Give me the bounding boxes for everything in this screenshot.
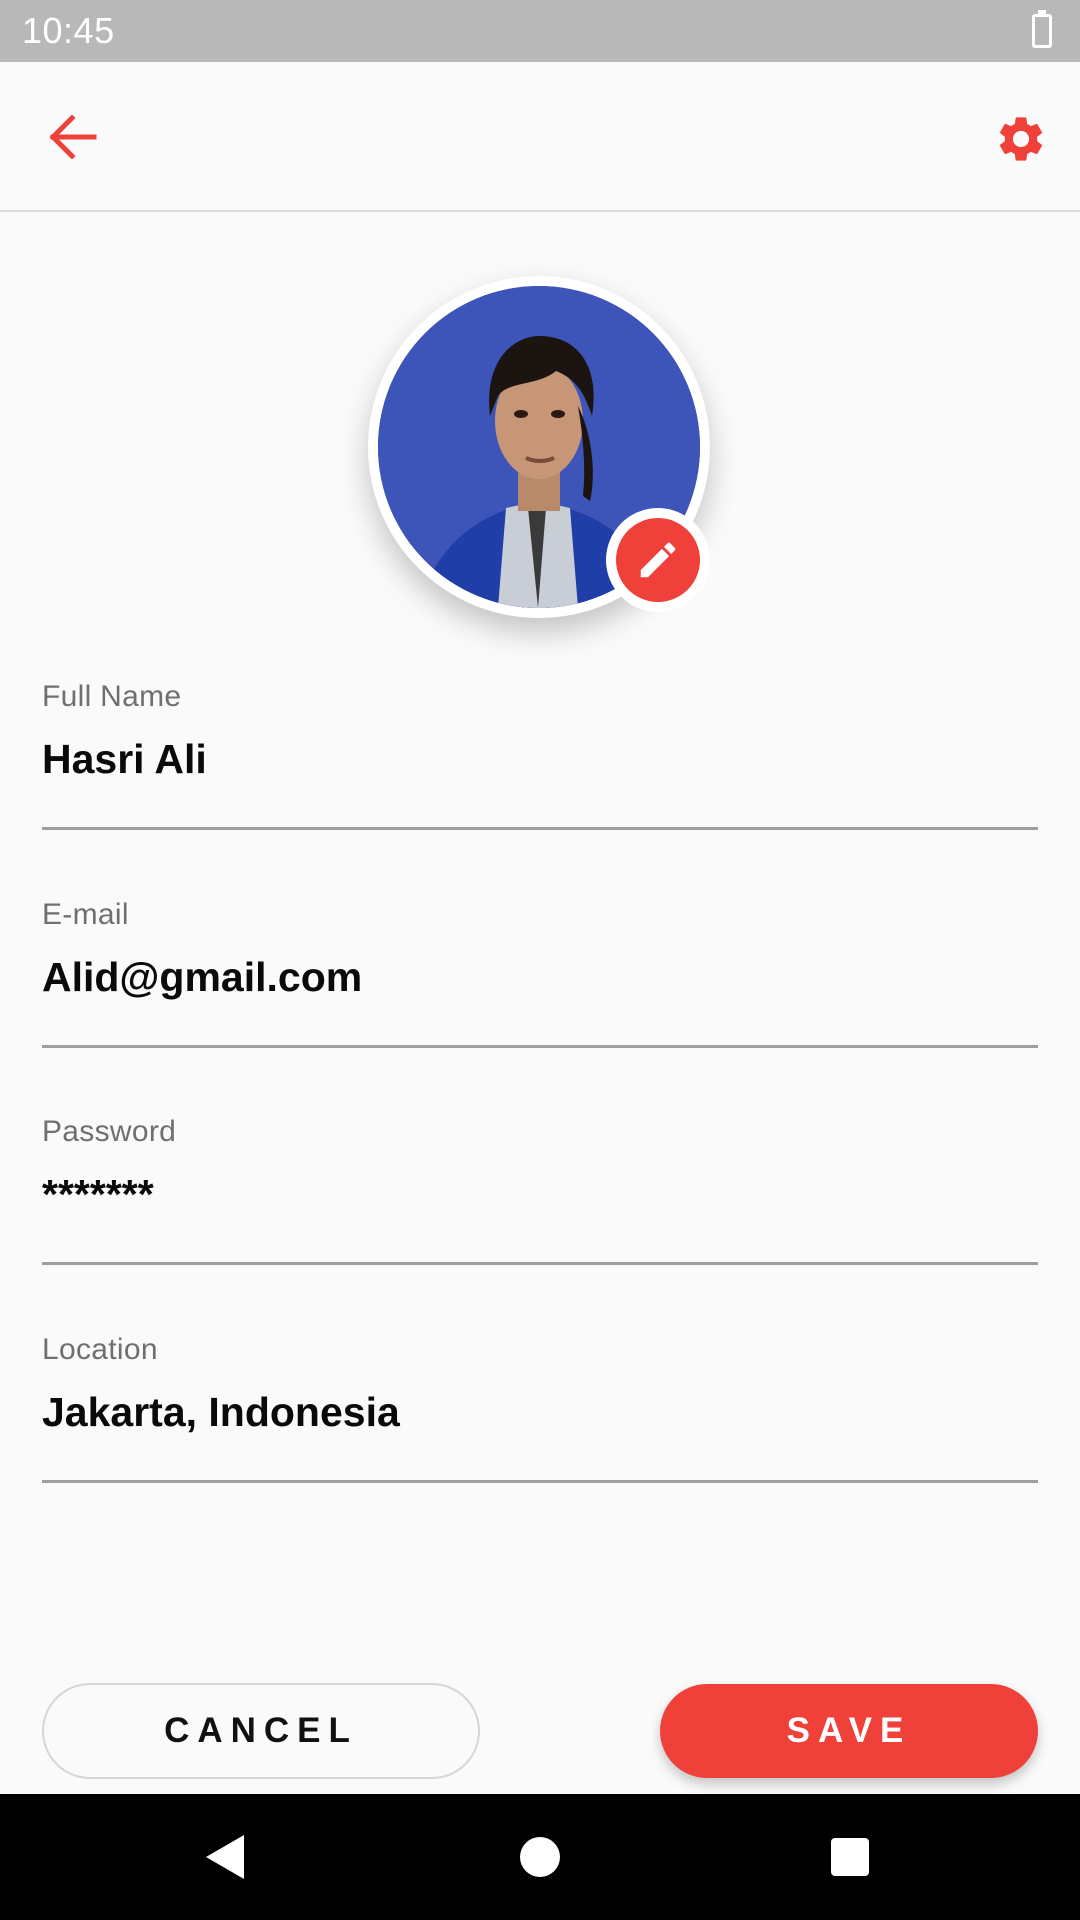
nav-back-icon [206,1835,244,1879]
status-bar: 10:45 [0,0,1080,62]
location-field[interactable]: Location Jakarta, Indonesia [42,1333,1038,1483]
nav-home-button[interactable] [505,1822,575,1892]
back-button[interactable] [36,100,110,174]
full-name-input[interactable]: Hasri Ali [42,736,207,783]
password-field[interactable]: Password ******* [42,1115,1038,1265]
nav-back-button[interactable] [190,1822,260,1892]
battery-icon [1032,10,1052,48]
status-time: 10:45 [22,10,115,51]
arrow-left-icon [49,115,97,159]
cancel-button[interactable]: CANCEL [42,1683,480,1779]
full-name-label: Full Name [42,680,182,713]
full-name-field[interactable]: Full Name Hasri Ali [42,680,1038,830]
password-label: Password [42,1115,177,1148]
gear-icon [999,117,1043,161]
nav-home-icon [520,1837,560,1877]
save-button[interactable]: SAVE [660,1684,1038,1778]
email-field[interactable]: E-mail Alid@gmail.com [42,898,1038,1048]
app-bar [0,62,1080,212]
settings-button[interactable] [984,102,1058,176]
location-input[interactable]: Jakarta, Indonesia [42,1389,400,1436]
pencil-icon [640,542,676,578]
system-nav-bar [0,1794,1080,1920]
nav-recents-icon [831,1838,869,1876]
edit-avatar-badge [616,518,700,602]
nav-recents-button[interactable] [815,1822,885,1892]
edit-avatar-button[interactable] [606,508,710,612]
email-label: E-mail [42,898,129,931]
email-input[interactable]: Alid@gmail.com [42,954,362,1001]
password-input[interactable]: ******* [42,1171,154,1218]
location-label: Location [42,1333,158,1366]
